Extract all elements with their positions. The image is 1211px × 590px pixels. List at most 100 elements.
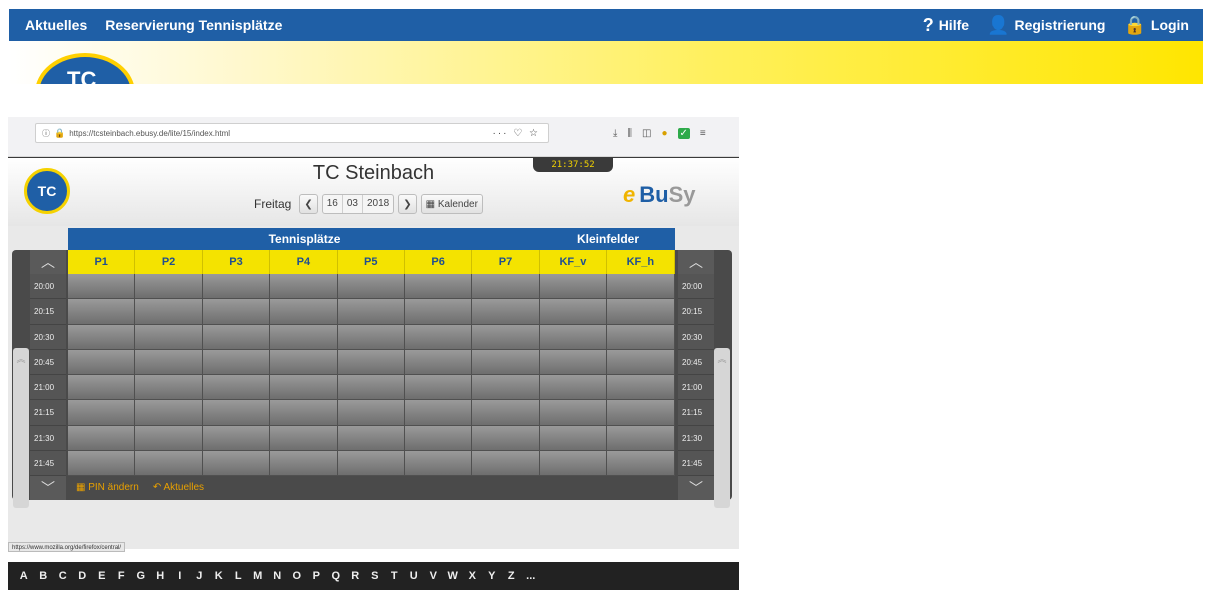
booking-slot[interactable] <box>607 400 675 426</box>
booking-slot[interactable] <box>135 375 203 401</box>
booking-slot[interactable] <box>202 425 271 452</box>
scroll-handle-left[interactable]: ︽ <box>13 348 29 508</box>
booking-slot[interactable] <box>68 274 136 300</box>
alphabet-letter[interactable]: R <box>346 570 366 582</box>
booking-slot[interactable] <box>202 451 271 477</box>
login-link[interactable]: 🔒 Login <box>1123 16 1189 34</box>
check-icon[interactable]: ✓ <box>677 127 690 139</box>
alphabet-letter[interactable]: G <box>131 570 151 582</box>
register-link[interactable]: 👤 Registrierung <box>987 16 1105 34</box>
alphabet-letter[interactable]: Q <box>326 570 346 582</box>
pin-change-link[interactable]: ▦ PIN ändern <box>76 482 139 493</box>
booking-slot[interactable] <box>68 400 136 426</box>
alphabet-letter[interactable]: T <box>385 570 405 582</box>
alphabet-letter[interactable]: Z <box>502 570 522 582</box>
booking-slot[interactable] <box>404 425 473 452</box>
booking-slot[interactable] <box>539 400 608 426</box>
download-icon[interactable]: ⤓ <box>613 128 617 139</box>
booking-slot[interactable] <box>539 274 608 300</box>
booking-slot[interactable] <box>135 451 203 477</box>
booking-slot[interactable] <box>270 425 338 452</box>
alphabet-letter[interactable]: A <box>14 570 34 582</box>
calendar-button[interactable]: ▦ Kalender <box>420 194 483 214</box>
booking-slot[interactable] <box>607 451 675 477</box>
menu-icon[interactable]: ≡ <box>700 128 706 139</box>
booking-slot[interactable] <box>472 299 540 325</box>
booking-slot[interactable] <box>607 274 675 300</box>
booking-slot[interactable] <box>135 324 203 350</box>
booking-slot[interactable] <box>539 425 608 452</box>
booking-slot[interactable] <box>337 274 405 300</box>
alphabet-letter[interactable]: S <box>365 570 385 582</box>
booking-slot[interactable] <box>337 349 405 376</box>
booking-slot[interactable] <box>202 299 271 325</box>
alphabet-letter[interactable]: X <box>463 570 483 582</box>
booking-slot[interactable] <box>404 324 473 350</box>
alphabet-letter[interactable]: L <box>229 570 249 582</box>
booking-slot[interactable] <box>472 425 540 452</box>
booking-slot[interactable] <box>135 400 203 426</box>
booking-slot[interactable] <box>472 349 540 376</box>
booking-slot[interactable] <box>270 451 338 477</box>
extension-icon[interactable]: ● <box>661 128 667 139</box>
alphabet-letter[interactable]: D <box>73 570 93 582</box>
booking-slot[interactable] <box>472 400 540 426</box>
booking-slot[interactable] <box>202 324 271 350</box>
court-header[interactable]: P7 <box>472 250 540 274</box>
alphabet-letter[interactable]: W <box>443 570 463 582</box>
booking-slot[interactable] <box>68 324 136 350</box>
court-header[interactable]: KF_h <box>607 250 675 274</box>
booking-slot[interactable] <box>135 299 203 325</box>
alphabet-letter[interactable]: B <box>34 570 54 582</box>
banner-logo[interactable]: TC <box>35 53 135 84</box>
booking-slot[interactable] <box>607 375 675 401</box>
booking-slot[interactable] <box>270 375 338 401</box>
booking-slot[interactable] <box>337 324 405 350</box>
booking-slot[interactable] <box>202 375 271 401</box>
booking-slot[interactable] <box>68 375 136 401</box>
booking-slot[interactable] <box>472 451 540 477</box>
booking-slot[interactable] <box>68 451 136 477</box>
booking-slot[interactable] <box>337 451 405 477</box>
booking-slot[interactable] <box>539 375 608 401</box>
booking-slot[interactable] <box>270 324 338 350</box>
court-header[interactable]: P5 <box>337 250 405 274</box>
court-header[interactable]: P6 <box>404 250 473 274</box>
alphabet-letter[interactable]: C <box>53 570 73 582</box>
alphabet-letter[interactable]: F <box>112 570 132 582</box>
booking-slot[interactable] <box>539 324 608 350</box>
court-header[interactable]: P2 <box>135 250 203 274</box>
alphabet-letter[interactable]: P <box>307 570 327 582</box>
scroll-up-button-left[interactable]: ︿ <box>30 250 66 274</box>
booking-slot[interactable] <box>135 425 203 452</box>
date-field[interactable]: 16 03 2018 <box>321 194 395 214</box>
next-day-button[interactable]: ❯ <box>398 194 417 214</box>
booking-slot[interactable] <box>404 400 473 426</box>
booking-slot[interactable] <box>607 299 675 325</box>
alphabet-letter[interactable]: N <box>268 570 288 582</box>
booking-slot[interactable] <box>472 375 540 401</box>
booking-slot[interactable] <box>337 425 405 452</box>
alphabet-letter[interactable]: V <box>424 570 444 582</box>
booking-slot[interactable] <box>404 375 473 401</box>
booking-slot[interactable] <box>539 451 608 477</box>
booking-slot[interactable] <box>404 349 473 376</box>
booking-slot[interactable] <box>135 349 203 376</box>
alphabet-letter[interactable]: K <box>209 570 229 582</box>
booking-slot[interactable] <box>68 425 136 452</box>
booking-slot[interactable] <box>270 400 338 426</box>
booking-slot[interactable] <box>404 274 473 300</box>
booking-slot[interactable] <box>607 324 675 350</box>
alphabet-letter[interactable]: I <box>170 570 190 582</box>
booking-slot[interactable] <box>68 299 136 325</box>
alphabet-letter[interactable]: E <box>92 570 112 582</box>
scroll-handle-right[interactable]: ︽ <box>714 348 730 508</box>
news-link[interactable]: ↶ Aktuelles <box>153 482 204 493</box>
booking-slot[interactable] <box>68 349 136 376</box>
booking-slot[interactable] <box>472 274 540 300</box>
booking-slot[interactable] <box>607 349 675 376</box>
alphabet-letter[interactable]: O <box>287 570 307 582</box>
booking-slot[interactable] <box>404 299 473 325</box>
scroll-up-button-right[interactable]: ︿ <box>678 250 714 274</box>
site-nav-item[interactable]: Aktuelles <box>25 17 87 33</box>
